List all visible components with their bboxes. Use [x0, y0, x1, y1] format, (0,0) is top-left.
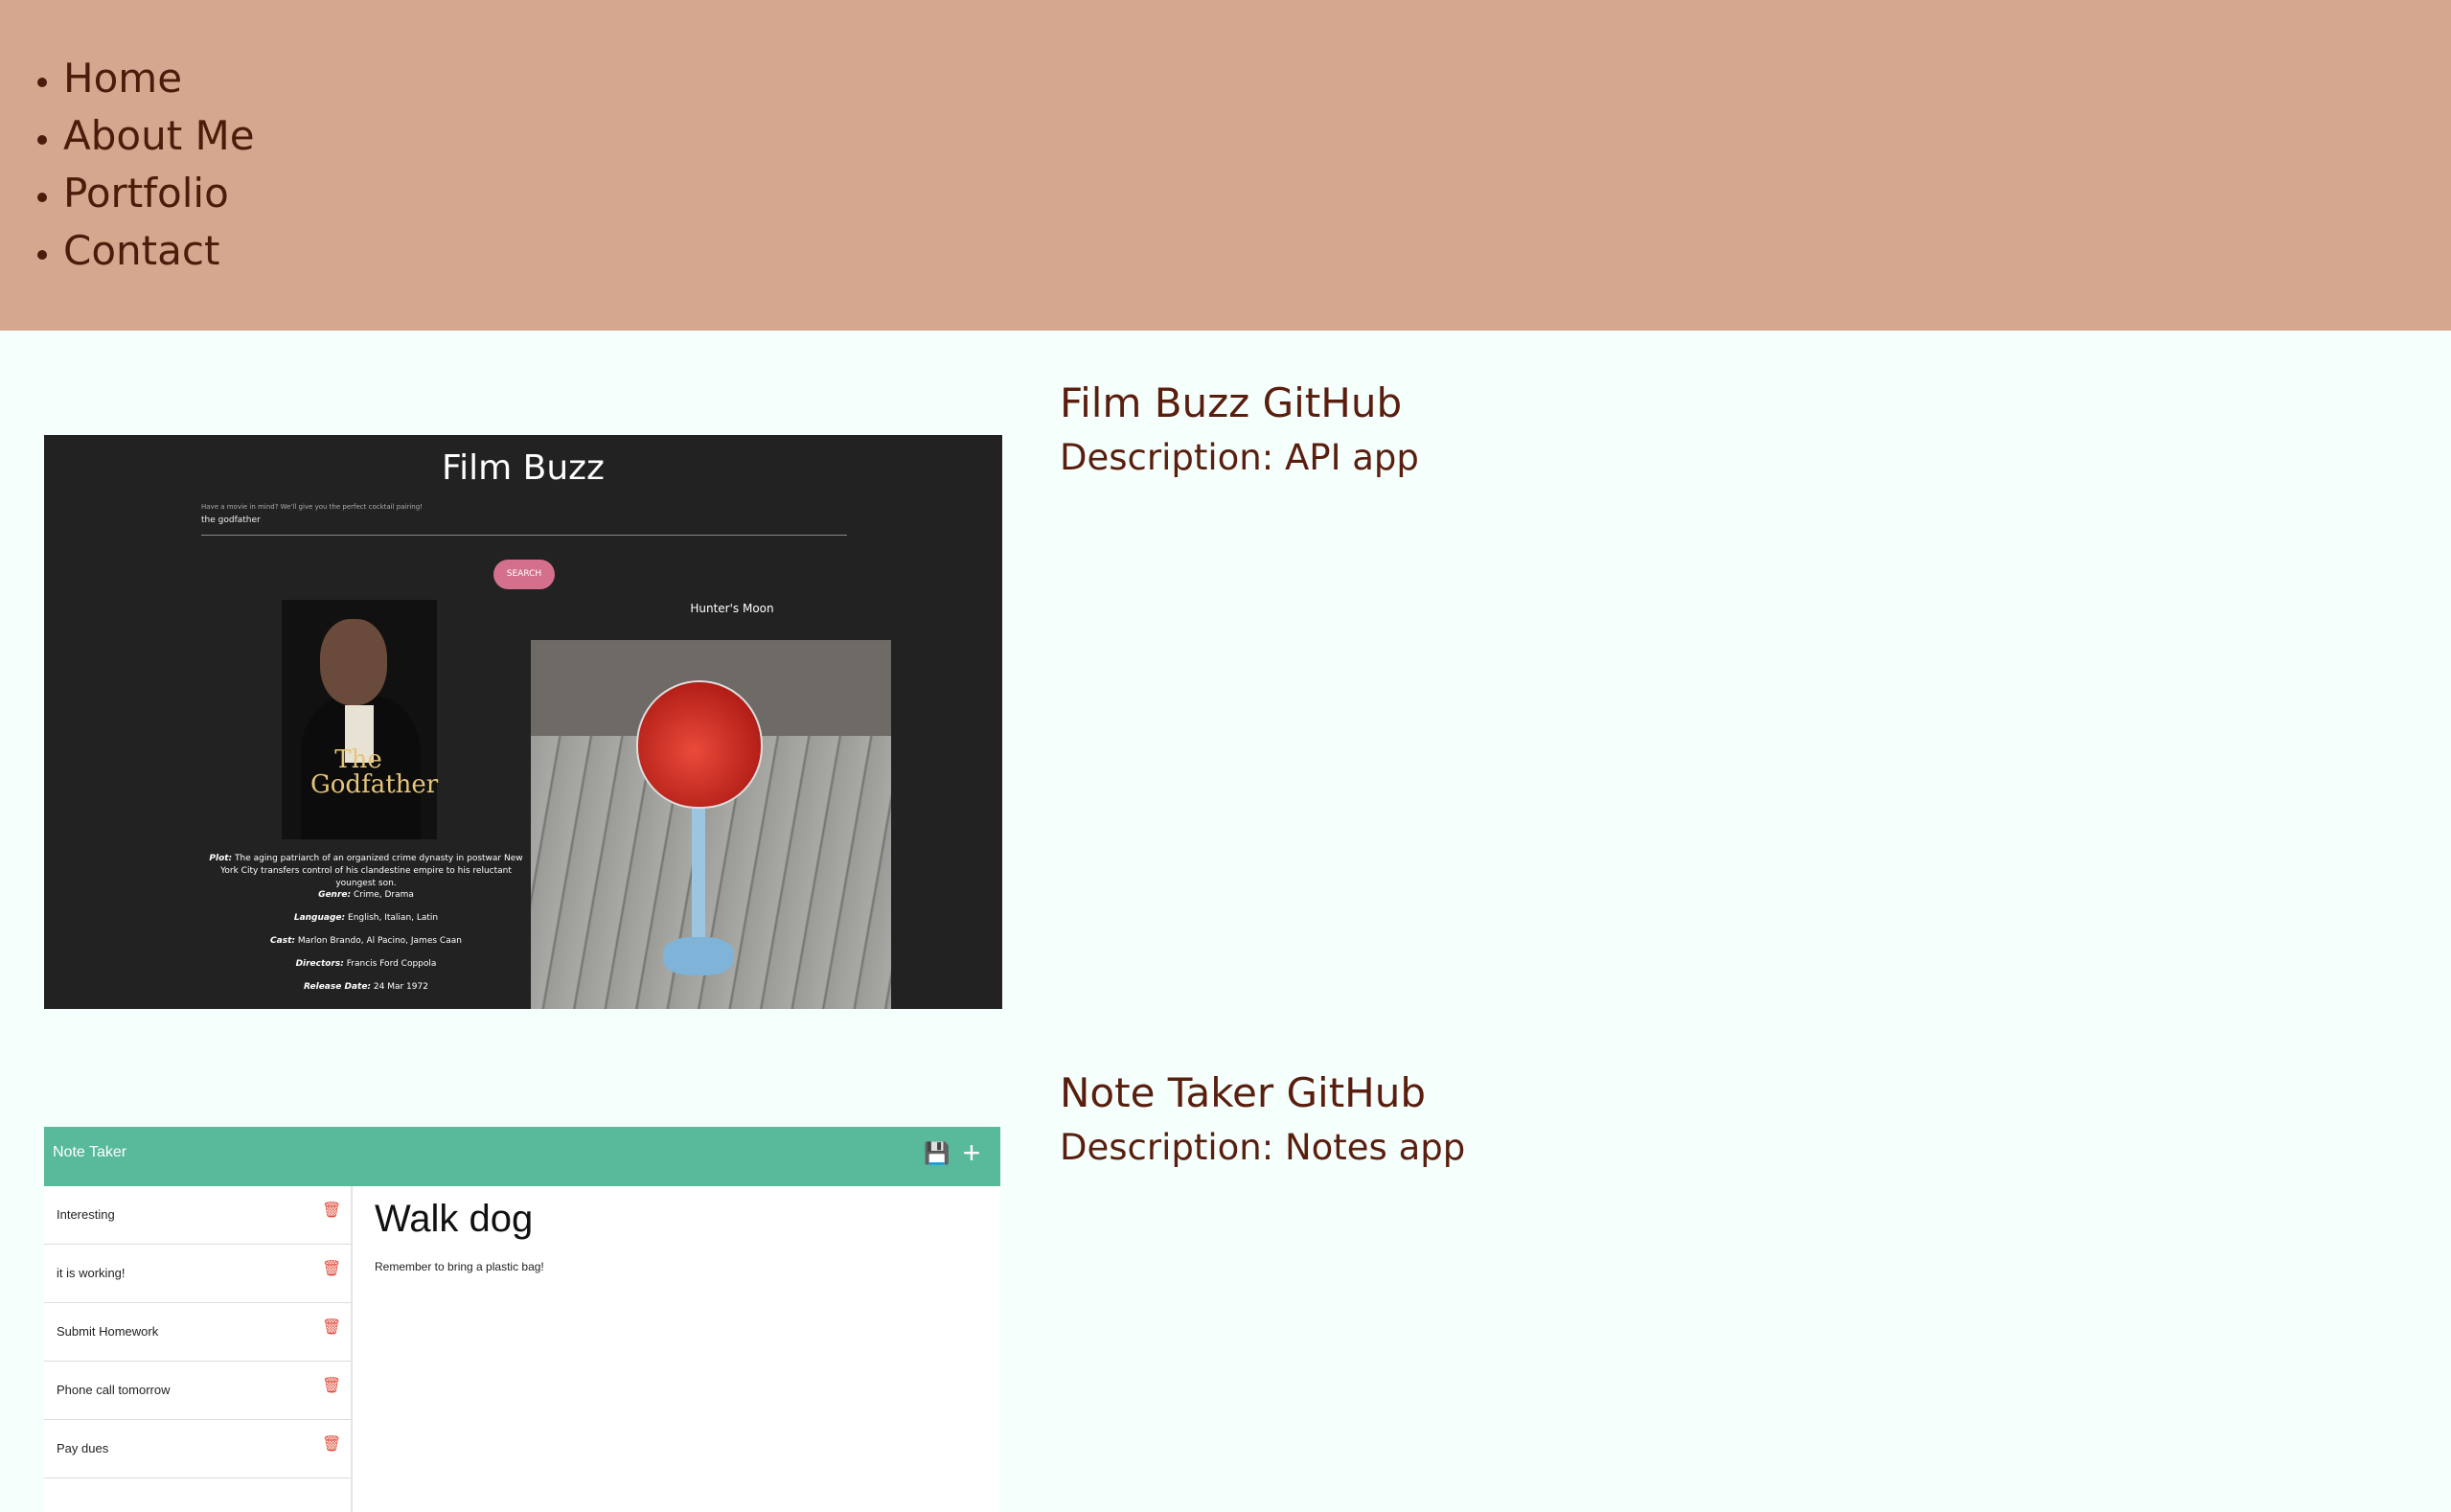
nav-home[interactable]: Home	[63, 50, 255, 107]
site-header: Home About Me Portfolio Contact	[0, 0, 2451, 331]
save-icon: 💾	[924, 1141, 951, 1165]
cocktail-photo	[531, 640, 891, 1009]
movie-language: Language: English, Italian, Latin	[293, 913, 439, 923]
note-text: Remember to bring a plastic bag!	[375, 1260, 544, 1273]
trash-icon: 🗑	[322, 1319, 342, 1336]
notes-list: Interesting 🗑 it is working! 🗑 Submit Ho…	[44, 1186, 353, 1512]
note-taker-brand: Note Taker	[53, 1144, 127, 1160]
plus-icon: +	[962, 1135, 981, 1170]
trash-icon: 🗑	[322, 1261, 342, 1277]
film-buzz-search-button: SEARCH	[493, 560, 555, 589]
film-buzz-app-title: Film Buzz	[442, 448, 605, 488]
movie-poster: The Godfather	[282, 600, 439, 839]
film-buzz-description: Description: API app	[1060, 437, 1419, 478]
list-item: Submit Homework 🗑	[44, 1303, 351, 1362]
list-item: it is working! 🗑	[44, 1245, 351, 1303]
film-buzz-search-input: the godfather	[201, 515, 847, 536]
trash-icon: 🗑	[322, 1436, 342, 1453]
film-buzz-hint: Have a movie in mind? We'll give you the…	[201, 503, 423, 511]
movie-plot: Plot: The aging patriarch of an organize…	[209, 854, 523, 888]
nav-contact[interactable]: Contact	[63, 222, 255, 280]
movie-release-date: Release Date: 24 Mar 1972	[304, 982, 428, 992]
nav-portfolio[interactable]: Portfolio	[63, 165, 255, 222]
note-taker-description: Description: Notes app	[1060, 1127, 1466, 1168]
list-item: Pay dues 🗑	[44, 1420, 351, 1478]
nav-about-me[interactable]: About Me	[63, 107, 255, 165]
film-buzz-github-link[interactable]: Film Buzz GitHub	[1060, 379, 1402, 426]
note-taker-github-link[interactable]: Note Taker GitHub	[1060, 1069, 1426, 1116]
drink-name: Hunter's Moon	[690, 602, 774, 615]
list-item: Phone call tomorrow 🗑	[44, 1362, 351, 1420]
list-item: Interesting 🗑	[44, 1186, 351, 1245]
film-buzz-screenshot[interactable]: Film Buzz Have a movie in mind? We'll gi…	[44, 435, 1002, 1009]
movie-cast: Cast: Marlon Brando, Al Pacino, James Ca…	[270, 936, 462, 946]
trash-icon: 🗑	[322, 1378, 342, 1394]
movie-directors: Directors: Francis Ford Coppola	[295, 959, 437, 969]
trash-icon: 🗑	[322, 1203, 342, 1219]
note-title: Walk dog	[375, 1198, 534, 1240]
note-taker-navbar: Note Taker 💾 +	[44, 1127, 1000, 1186]
main-nav: Home About Me Portfolio Contact	[63, 50, 255, 280]
movie-genre: Genre: Crime, Drama	[318, 890, 414, 900]
poster-title: The Godfather	[310, 745, 439, 799]
note-taker-screenshot[interactable]: Note Taker 💾 + Interesting 🗑 it is worki…	[44, 1127, 1000, 1512]
